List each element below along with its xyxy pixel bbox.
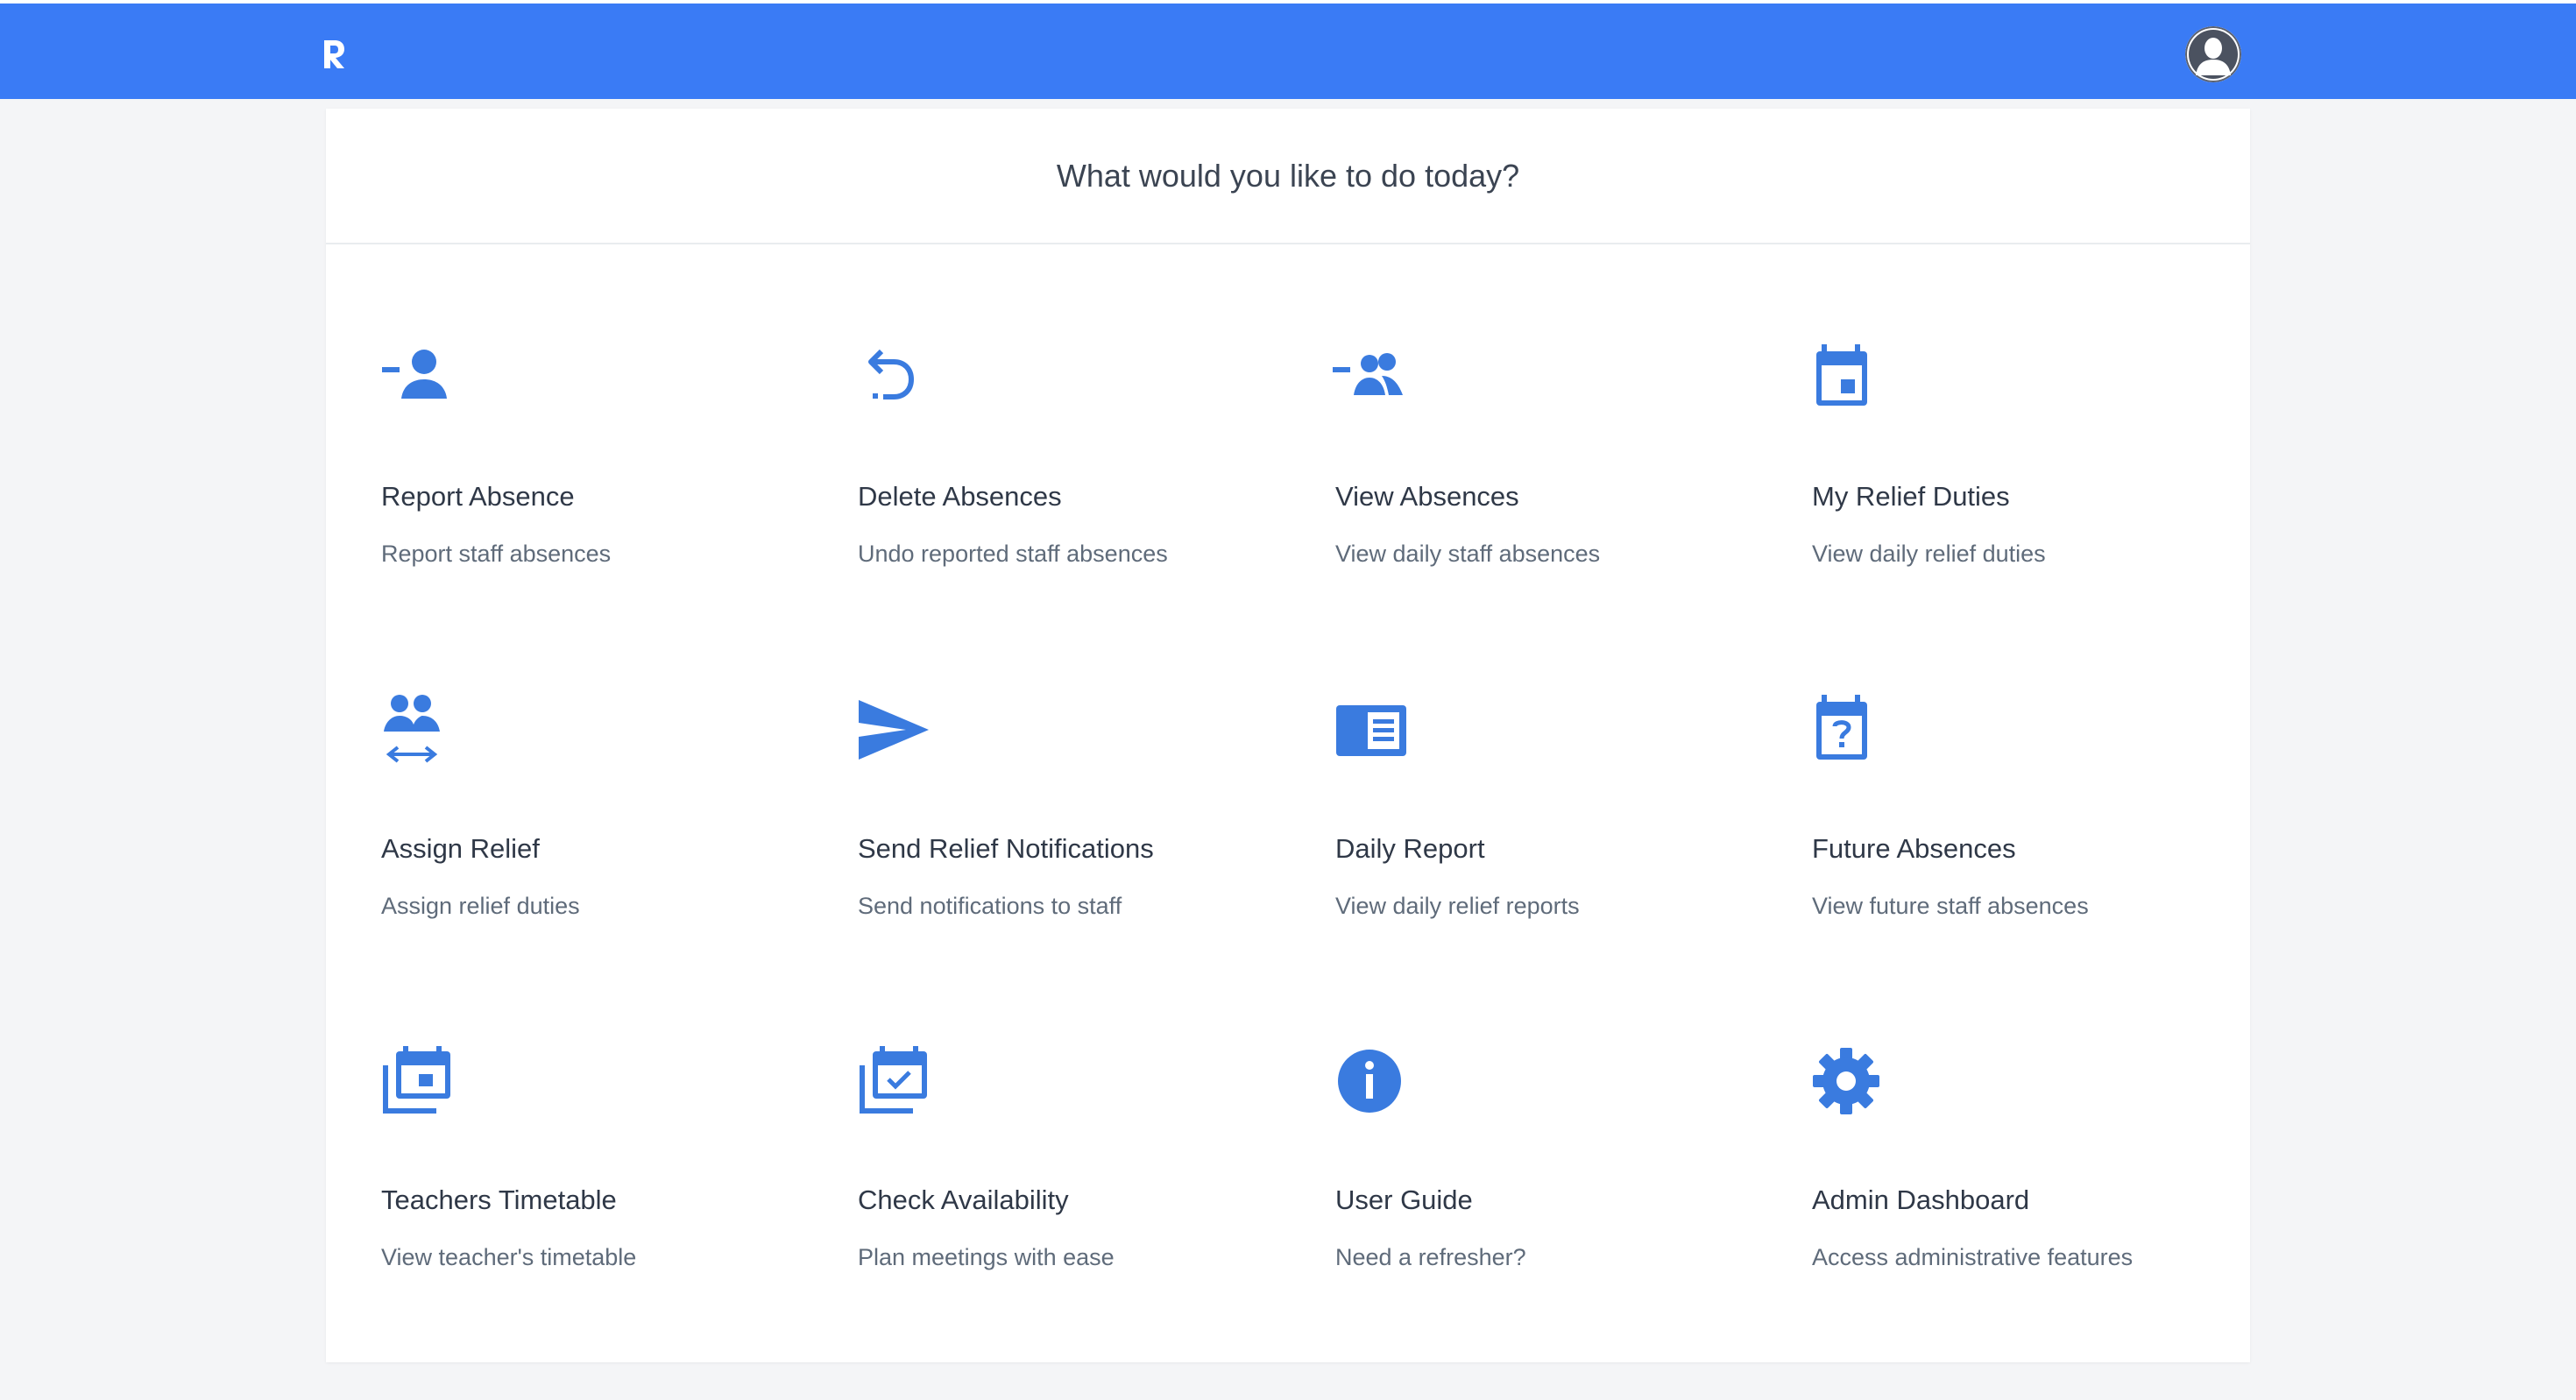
user-avatar-icon xyxy=(2185,26,2241,82)
person-remove-icon xyxy=(379,341,452,414)
tile-title: Daily Report xyxy=(1335,833,1485,864)
tile-description: View teacher's timetable xyxy=(381,1244,637,1270)
report-icon xyxy=(1333,693,1406,767)
people-swap-icon xyxy=(379,693,452,767)
tile-title: Teachers Timetable xyxy=(381,1184,617,1215)
tile-description: View daily staff absences xyxy=(1335,541,1601,567)
tile-title: Report Absence xyxy=(381,481,575,512)
tile-title: View Absences xyxy=(1335,481,1519,512)
undo-icon xyxy=(855,341,929,414)
card-header: What would you like to do today? xyxy=(326,109,2250,244)
top-navbar xyxy=(0,0,2576,99)
tile-title: User Guide xyxy=(1335,1184,1473,1215)
tile-teachers-timetable[interactable]: Teachers Timetable View teacher's timeta… xyxy=(326,1044,782,1377)
calendar-check-stack-icon xyxy=(855,1044,929,1118)
calendar-question-icon xyxy=(1809,693,1883,767)
tile-send-relief-notifications[interactable]: Send Relief Notifications Send notificat… xyxy=(803,693,1258,1026)
tile-description: Plan meetings with ease xyxy=(858,1244,1115,1270)
tile-view-absences[interactable]: View Absences View daily staff absences xyxy=(1280,341,1736,674)
tile-check-availability[interactable]: Check Availability Plan meetings with ea… xyxy=(803,1044,1258,1377)
info-icon xyxy=(1333,1044,1406,1118)
tile-daily-report[interactable]: Daily Report View daily relief reports xyxy=(1280,693,1736,1026)
tile-description: Need a refresher? xyxy=(1335,1244,1526,1270)
tile-delete-absences[interactable]: Delete Absences Undo reported staff abse… xyxy=(803,341,1258,674)
tile-user-guide[interactable]: User Guide Need a refresher? xyxy=(1280,1044,1736,1377)
send-icon xyxy=(855,693,929,767)
gear-icon xyxy=(1809,1044,1883,1118)
tile-description: Assign relief duties xyxy=(381,893,580,919)
tile-description: Undo reported staff absences xyxy=(858,541,1168,567)
tile-title: Delete Absences xyxy=(858,481,1062,512)
tile-my-relief-duties[interactable]: My Relief Duties View daily relief dutie… xyxy=(1757,341,2212,674)
tile-admin-dashboard[interactable]: Admin Dashboard Access administrative fe… xyxy=(1757,1044,2212,1377)
group-remove-icon xyxy=(1333,341,1406,414)
user-avatar[interactable] xyxy=(2185,26,2241,82)
calendar-event-icon xyxy=(1809,341,1883,414)
page-title: What would you like to do today? xyxy=(1056,157,1520,194)
tile-description: Send notifications to staff xyxy=(858,893,1122,919)
tile-title: Admin Dashboard xyxy=(1812,1184,2030,1215)
app-logo[interactable] xyxy=(321,37,347,72)
tile-description: View daily relief duties xyxy=(1812,541,2046,567)
tile-title: Send Relief Notifications xyxy=(858,833,1154,864)
tile-title: My Relief Duties xyxy=(1812,481,2010,512)
tile-assign-relief[interactable]: Assign Relief Assign relief duties xyxy=(326,693,782,1026)
calendar-stack-icon xyxy=(379,1044,452,1118)
tile-title: Future Absences xyxy=(1812,833,2016,864)
tile-description: Report staff absences xyxy=(381,541,612,567)
tile-report-absence[interactable]: Report Absence Report staff absences xyxy=(326,341,782,674)
tile-description: View future staff absences xyxy=(1812,893,2089,919)
tile-layer: Report Absence Report staff absences Del… xyxy=(326,244,2250,1362)
tile-description: View daily relief reports xyxy=(1335,893,1580,919)
tile-title: Check Availability xyxy=(858,1184,1069,1215)
tile-future-absences[interactable]: Future Absences View future staff absenc… xyxy=(1757,693,2212,1026)
tile-description: Access administrative features xyxy=(1812,1244,2134,1270)
tile-title: Assign Relief xyxy=(381,833,540,864)
